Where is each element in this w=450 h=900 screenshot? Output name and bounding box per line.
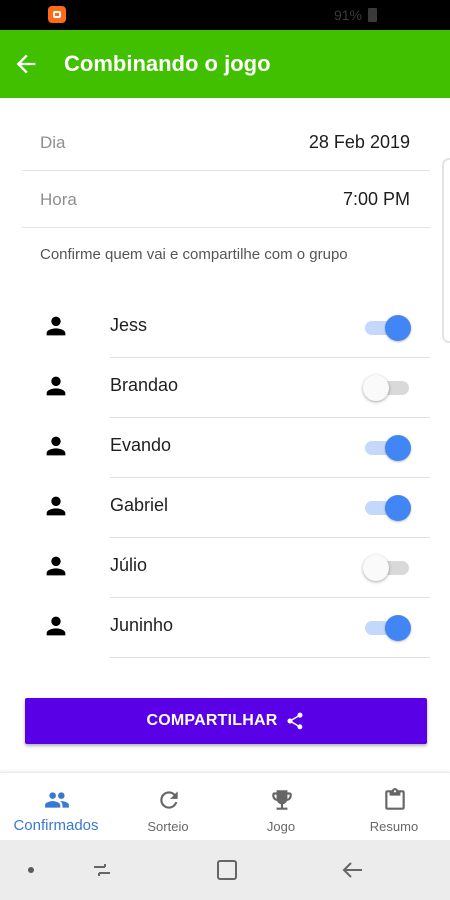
player-row[interactable]: Juninho: [0, 598, 450, 658]
toggle-thumb: [363, 375, 389, 401]
tab-jogo[interactable]: Jogo: [225, 773, 337, 841]
battery-icon: [368, 8, 377, 22]
time-label: Hora: [40, 190, 77, 209]
page-title: Combinando o jogo: [64, 51, 271, 76]
time-row[interactable]: Hora 7:00 PM: [22, 172, 430, 228]
person-icon: [46, 436, 66, 456]
confirm-toggle[interactable]: [365, 615, 411, 641]
player-name: Júlio: [110, 555, 148, 575]
app-bar: Combinando o jogo: [0, 30, 450, 98]
player-name: Gabriel: [110, 495, 169, 515]
player-name: Jess: [110, 315, 148, 335]
player-row[interactable]: Brandao: [0, 358, 450, 418]
system-back-icon[interactable]: [341, 859, 365, 881]
row-divider: [110, 657, 430, 658]
refresh-icon: [160, 791, 178, 809]
confirm-toggle[interactable]: [365, 315, 411, 341]
tab-label: Resumo: [369, 819, 419, 834]
share-icon: [287, 712, 303, 730]
player-name: Juninho: [110, 615, 174, 635]
arrow-back-icon[interactable]: [12, 50, 40, 78]
player-name: Brandao: [110, 375, 179, 395]
toggle-thumb: [385, 615, 411, 641]
player-name: Evando: [110, 435, 172, 455]
share-button[interactable]: COMPARTILHAR: [25, 698, 427, 744]
date-label: Dia: [40, 133, 66, 152]
toggle-thumb: [385, 315, 411, 341]
confirm-toggle[interactable]: [365, 495, 411, 521]
tab-confirmados[interactable]: Confirmados: [0, 773, 112, 841]
date-row[interactable]: Dia 28 Feb 2019: [22, 115, 430, 171]
instruction-text: Confirme quem vai e compartilhe com o gr…: [40, 246, 348, 263]
confirm-toggle[interactable]: [365, 435, 411, 461]
group-icon: [45, 792, 69, 808]
bottom-navigation: Confirmados Sorteio Jogo Resumo: [0, 772, 450, 840]
time-value: 7:00 PM: [342, 189, 410, 209]
recent-apps-icon[interactable]: [90, 860, 114, 880]
player-row[interactable]: Gabriel: [0, 478, 450, 538]
person-icon: [46, 616, 66, 636]
system-navigation-bar: [0, 840, 450, 900]
tab-label: Confirmados: [13, 817, 99, 834]
toggle-thumb: [385, 435, 411, 461]
tab-resumo[interactable]: Resumo: [338, 773, 450, 841]
battery-percentage: 91%: [333, 7, 362, 23]
app-notification-icon: [48, 6, 66, 23]
person-icon: [46, 376, 66, 396]
home-icon[interactable]: [217, 860, 237, 880]
toggle-thumb: [385, 495, 411, 521]
tab-label: Sorteio: [147, 819, 189, 834]
tab-sorteio[interactable]: Sorteio: [112, 773, 224, 841]
status-bar: 91%: [0, 0, 450, 30]
toggle-thumb: [363, 555, 389, 581]
system-dot-icon[interactable]: [28, 867, 34, 873]
tab-label: Jogo: [266, 819, 296, 834]
player-row[interactable]: Evando: [0, 418, 450, 478]
trophy-icon: [272, 790, 292, 810]
confirm-toggle[interactable]: [363, 375, 411, 401]
person-icon: [46, 316, 66, 336]
player-row[interactable]: Júlio: [0, 538, 450, 598]
date-value: 28 Feb 2019: [308, 132, 410, 152]
person-icon: [46, 556, 66, 576]
player-row[interactable]: Jess: [0, 298, 450, 358]
person-icon: [46, 496, 66, 516]
share-button-label: COMPARTILHAR: [146, 712, 278, 729]
confirm-toggle[interactable]: [363, 555, 411, 581]
clipboard-icon: [385, 788, 405, 810]
main-content: Dia 28 Feb 2019 Hora 7:00 PM Confirme qu…: [0, 98, 450, 772]
